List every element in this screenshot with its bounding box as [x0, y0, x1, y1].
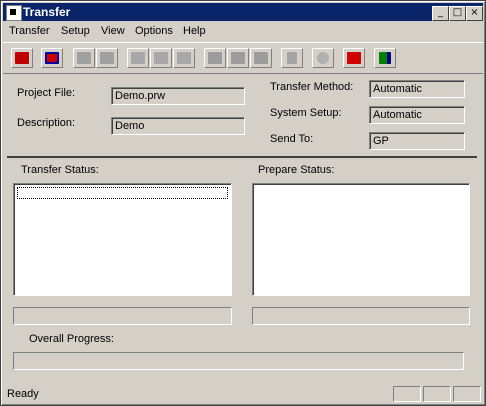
send-to-label: Send To:	[270, 133, 314, 145]
status-panel-2	[393, 386, 421, 402]
delete-button[interactable]	[281, 48, 303, 68]
window-title: Transfer	[23, 5, 71, 19]
bk-send-icon	[177, 52, 191, 64]
prepare-all-icon	[231, 52, 245, 64]
receive-icon	[45, 52, 59, 64]
menu-transfer[interactable]: Transfer	[9, 25, 50, 37]
prepare-button[interactable]	[204, 48, 226, 68]
menu-options[interactable]: Options	[135, 25, 173, 37]
transfer-progress-bar	[13, 307, 232, 325]
status-panel-3	[423, 386, 451, 402]
transfer-status-label: Transfer Status:	[21, 164, 99, 176]
description-field[interactable]: Demo	[111, 117, 245, 135]
stop-button[interactable]	[312, 48, 334, 68]
prepare-status-list[interactable]	[252, 183, 470, 296]
prepare-icon	[208, 52, 222, 64]
list-item[interactable]	[17, 187, 228, 199]
transfer-status-list[interactable]	[13, 183, 232, 296]
sys-all-icon	[100, 52, 114, 64]
send-to-field[interactable]: GP	[369, 132, 465, 150]
transfer-window: Transfer _ □ × Transfer Setup View Optio…	[0, 0, 486, 406]
send-batch-icon	[254, 52, 268, 64]
menu-view[interactable]: View	[101, 25, 125, 37]
stop-icon	[317, 52, 329, 64]
exit-icon	[379, 52, 391, 64]
status-text: Ready	[7, 388, 39, 400]
system-setup-label: System Setup:	[270, 107, 342, 119]
project-file-label: Project File:	[17, 87, 76, 99]
close-button[interactable]: ×	[466, 6, 483, 21]
bk-icon	[131, 52, 145, 64]
prepare-all-button[interactable]	[227, 48, 249, 68]
title-bar[interactable]: Transfer _ □ ×	[3, 3, 483, 21]
sys-button[interactable]	[73, 48, 95, 68]
status-panel-main: Ready	[3, 386, 391, 402]
description-label: Description:	[17, 117, 76, 129]
help-button[interactable]	[343, 48, 365, 68]
minimize-button[interactable]: _	[432, 6, 449, 21]
bk-all-icon	[154, 52, 168, 64]
overall-progress-bar	[13, 352, 464, 370]
status-panel-4	[453, 386, 481, 402]
transfer-method-label: Transfer Method:	[270, 81, 354, 93]
menu-setup[interactable]: Setup	[61, 25, 90, 37]
menu-bar: Transfer Setup View Options Help	[3, 22, 483, 40]
send-button[interactable]	[11, 48, 33, 68]
transfer-method-field[interactable]: Automatic	[369, 80, 465, 98]
maximize-button[interactable]: □	[449, 6, 466, 21]
app-icon	[6, 5, 22, 21]
bk-button[interactable]	[127, 48, 149, 68]
send-batch-button[interactable]	[250, 48, 272, 68]
delete-icon	[287, 52, 297, 64]
overall-progress-label: Overall Progress:	[29, 333, 114, 345]
prepare-progress-bar	[252, 307, 470, 325]
bk-send-button[interactable]	[173, 48, 195, 68]
send-icon	[15, 52, 29, 64]
divider	[7, 156, 477, 158]
toolbar	[3, 42, 483, 74]
exit-button[interactable]	[374, 48, 396, 68]
system-setup-field[interactable]: Automatic	[369, 106, 465, 124]
bk-all-button[interactable]	[150, 48, 172, 68]
sys-icon	[77, 52, 91, 64]
help-icon	[347, 52, 361, 64]
receive-button[interactable]	[41, 48, 63, 68]
sys-all-button[interactable]	[96, 48, 118, 68]
project-file-field[interactable]: Demo.prw	[111, 87, 245, 105]
status-bar: Ready	[3, 385, 483, 403]
menu-help[interactable]: Help	[183, 25, 206, 37]
prepare-status-label: Prepare Status:	[258, 164, 335, 176]
